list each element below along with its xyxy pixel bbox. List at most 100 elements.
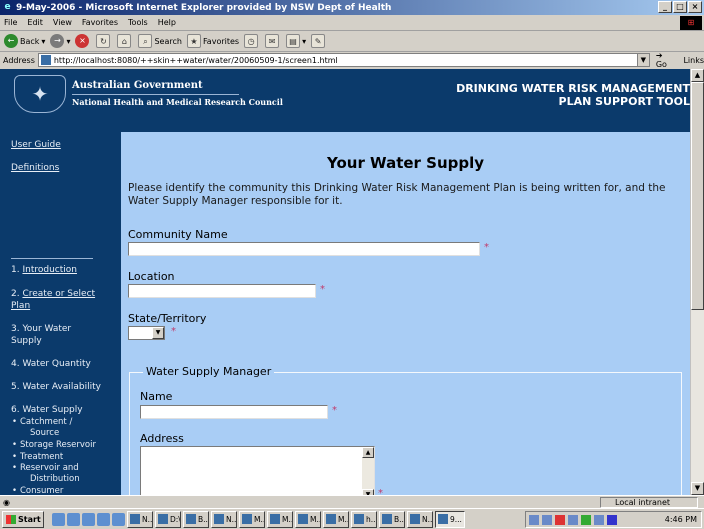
forward-button[interactable]: → ▾ <box>50 34 70 48</box>
go-arrow-icon: ➔ <box>655 51 663 60</box>
outlook-icon[interactable] <box>82 512 95 526</box>
scrollbar-thumb[interactable] <box>691 82 704 310</box>
scroll-up-icon[interactable]: ▲ <box>691 69 704 82</box>
dropdown-arrow-icon: ▾ <box>302 36 307 46</box>
minimize-button[interactable]: _ <box>658 1 672 13</box>
tray-icon[interactable] <box>568 514 578 525</box>
sidebar-item-create-plan-cont[interactable]: Plan <box>11 301 30 311</box>
tray-icon[interactable] <box>594 514 604 525</box>
state-territory-select[interactable]: ▼ <box>128 326 165 340</box>
taskbar-item[interactable]: B... <box>183 510 209 528</box>
history-button[interactable]: ◷ <box>244 34 260 48</box>
water-supply-manager-legend: Water Supply Manager <box>143 365 275 378</box>
sidebar-definitions[interactable]: Definitions <box>11 163 59 173</box>
taskbar-item[interactable]: B... <box>379 510 405 528</box>
favorites-button[interactable]: ★ Favorites <box>186 34 239 48</box>
go-button[interactable]: ➔ Go <box>656 51 676 69</box>
menu-edit[interactable]: Edit <box>27 18 43 27</box>
print-button[interactable]: ▤ ▾ <box>286 34 306 48</box>
app-icon <box>298 514 308 524</box>
taskbar-item[interactable]: M... <box>239 510 265 528</box>
sidebar-sub-storage[interactable]: Storage Reservoir <box>12 440 96 450</box>
page-scrollbar[interactable]: ▲ ▼ <box>690 69 704 495</box>
required-mark: * <box>484 242 489 253</box>
menu-favorites[interactable]: Favorites <box>82 18 118 27</box>
edit-icon: ✎ <box>311 34 326 48</box>
taskbar-item[interactable]: D:\ <box>155 510 181 528</box>
tray-icon[interactable] <box>555 514 565 525</box>
taskbar-item[interactable]: N... <box>407 510 433 528</box>
tray-icon[interactable] <box>542 514 552 525</box>
manager-address-textarea[interactable]: ▲ ▼ <box>140 446 375 495</box>
scroll-up-icon[interactable]: ▲ <box>362 447 374 458</box>
coat-of-arms-icon: ✦ <box>14 75 66 113</box>
menu-bar: File Edit View Favorites Tools Help ⊞ <box>0 15 704 31</box>
taskbar-item[interactable]: h... <box>351 510 377 528</box>
ie-icon[interactable] <box>67 512 80 526</box>
edit-button[interactable]: ✎ <box>311 34 327 48</box>
status-bar: ◉ Local intranet <box>0 495 704 508</box>
sidebar-sub-reservoir-cont[interactable]: Distribution <box>30 474 80 484</box>
app-icon <box>130 514 140 524</box>
sidebar-sub-catchment[interactable]: Catchment / <box>12 417 72 427</box>
menu-file[interactable]: File <box>4 18 17 27</box>
home-button[interactable]: ⌂ <box>117 34 133 48</box>
app-icon <box>186 514 196 524</box>
location-label: Location <box>128 270 175 283</box>
taskbar-item[interactable]: N... <box>211 510 237 528</box>
chevron-down-icon: ▼ <box>152 327 164 339</box>
sidebar-user-guide[interactable]: User Guide <box>11 140 61 150</box>
taskbar-item-active[interactable]: 9... <box>435 510 465 528</box>
address-dropdown-button[interactable]: ▼ <box>636 54 649 66</box>
tray-icon[interactable] <box>529 514 539 525</box>
links-button[interactable]: Links <box>683 56 704 65</box>
address-input[interactable]: http://localhost:8080/++skin++water/wate… <box>37 53 650 67</box>
search-icon[interactable] <box>112 512 125 526</box>
page-title: Your Water Supply <box>326 154 485 172</box>
clock: 4:46 PM <box>664 515 697 524</box>
taskbar-item[interactable]: N... <box>127 510 153 528</box>
stop-button[interactable]: × <box>75 34 91 48</box>
main-content: Your Water Supply Please identify the co… <box>121 132 690 495</box>
taskbar-item[interactable]: M... <box>295 510 321 528</box>
sidebar-item-water-supply[interactable]: 6. Water Supply <box>11 405 83 415</box>
tray-icon[interactable] <box>607 514 617 525</box>
community-name-input[interactable] <box>128 242 480 256</box>
word-icon[interactable] <box>97 512 110 526</box>
nhmrc-name: National Health and Medical Research Cou… <box>72 97 283 107</box>
sidebar-sub-treatment[interactable]: Treatment <box>12 452 63 462</box>
sidebar-sub-catchment-cont[interactable]: Source <box>30 428 59 438</box>
sidebar-item-introduction[interactable]: 1. Introduction <box>11 265 77 275</box>
page-status-icon: ◉ <box>3 497 10 507</box>
sidebar-item-create-plan[interactable]: 2. Create or Select <box>11 289 95 299</box>
sidebar-divider <box>11 258 93 259</box>
required-mark: * <box>320 284 325 295</box>
back-button[interactable]: ← Back ▾ <box>4 34 45 48</box>
maximize-button[interactable]: □ <box>673 1 687 13</box>
community-name-label: Community Name <box>128 228 228 241</box>
start-button[interactable]: Start <box>2 510 44 528</box>
tray-icon[interactable] <box>581 514 591 525</box>
site-banner: ✦ Australian Government National Health … <box>0 69 690 132</box>
menu-tools[interactable]: Tools <box>128 18 148 27</box>
search-button[interactable]: ⌕ Search <box>138 34 182 48</box>
manager-name-input[interactable] <box>140 405 328 419</box>
close-button[interactable]: × <box>688 1 702 13</box>
sidebar-sub-consumer[interactable]: Consumer <box>12 486 63 495</box>
tool-title-line2: PLAN SUPPORT TOOL <box>558 95 690 108</box>
menu-view[interactable]: View <box>53 18 72 27</box>
mail-button[interactable]: ✉ <box>265 34 281 48</box>
manager-name-label: Name <box>140 390 173 403</box>
sidebar-item-water-availability[interactable]: 5. Water Availability <box>11 382 101 392</box>
refresh-button[interactable]: ↻ <box>96 34 112 48</box>
taskbar-item[interactable]: M... <box>323 510 349 528</box>
desktop-icon[interactable] <box>52 512 65 526</box>
sidebar-item-water-quantity[interactable]: 4. Water Quantity <box>11 359 91 369</box>
sidebar-sub-reservoir[interactable]: Reservoir and <box>12 463 79 473</box>
location-input[interactable] <box>128 284 316 298</box>
taskbar-item[interactable]: M... <box>267 510 293 528</box>
textarea-scrollbar[interactable]: ▲ ▼ <box>362 447 374 495</box>
page-icon <box>40 55 51 65</box>
scroll-down-icon[interactable]: ▼ <box>691 482 704 495</box>
menu-help[interactable]: Help <box>158 18 176 27</box>
